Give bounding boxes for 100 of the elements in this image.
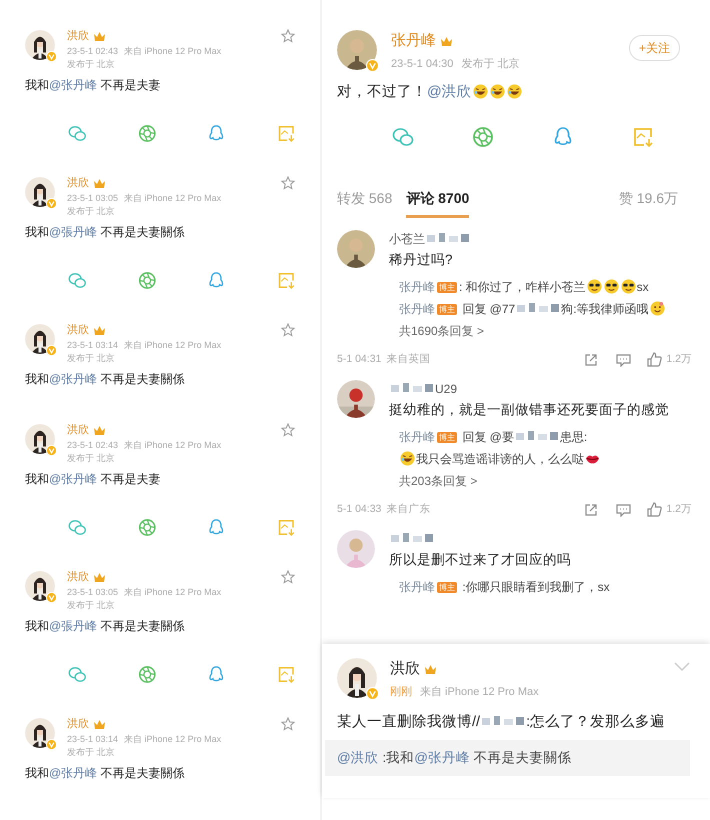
aperture-icon[interactable]: [138, 270, 156, 290]
share-icon[interactable]: [584, 502, 598, 517]
save-image-icon[interactable]: [276, 664, 295, 684]
sunglasses-emoji-icon: [586, 279, 602, 294]
post-time: 23-5-1 03:05: [67, 192, 118, 204]
save-image-icon[interactable]: [276, 270, 295, 290]
save-image-icon[interactable]: [276, 124, 295, 142]
star-icon[interactable]: [281, 176, 295, 190]
more-replies-link[interactable]: 共1690条回复 >: [399, 322, 484, 340]
blurred-text-icon: [516, 430, 558, 442]
quoted-post: @洪欣 :我和@张丹峰 不再是夫妻關係: [325, 740, 690, 776]
post-text: 某人一直删除我微博// :怎么了？发那么多遍: [337, 712, 666, 732]
wechat-icon[interactable]: [68, 664, 86, 684]
author-name[interactable]: 洪欣: [67, 716, 89, 732]
post-location: 发布于 北京: [67, 746, 115, 758]
blogger-badge: 博主: [437, 304, 457, 315]
post-time: 23-5-1 04:30: [391, 56, 454, 72]
star-icon[interactable]: [281, 29, 295, 43]
aperture-icon[interactable]: [138, 664, 156, 684]
post-time: 23-5-1 02:43: [67, 438, 118, 452]
wechat-icon[interactable]: [68, 270, 86, 290]
laughing-emoji-icon: [400, 451, 415, 466]
comment-icon[interactable]: [616, 352, 632, 367]
comment-text: 所以是删不过来了才回应的吗: [389, 550, 571, 569]
wechat-icon[interactable]: [392, 126, 414, 148]
star-icon[interactable]: [281, 570, 295, 584]
post-text: 我和@张丹峰 不再是夫妻關係: [25, 370, 185, 388]
penguin-icon[interactable]: [552, 126, 574, 148]
penguin-icon[interactable]: [207, 518, 226, 536]
verified-badge-icon: [46, 345, 57, 356]
chevron-down-icon[interactable]: [674, 662, 690, 672]
author-name[interactable]: 洪欣: [67, 569, 89, 586]
wechat-icon[interactable]: [68, 518, 86, 536]
comment-time: 5-1 04:33: [337, 502, 382, 517]
post-source: 来自 iPhone 12 Pro Max: [124, 44, 222, 58]
blogger-badge: 博主: [437, 282, 457, 293]
verified-badge-icon: [46, 51, 57, 62]
verified-badge-icon: [366, 687, 379, 700]
post-location: 发布于 北京: [67, 352, 115, 364]
post-source: 来自 iPhone 12 Pro Max: [124, 586, 222, 598]
post-time: 23-5-1 03:14: [67, 338, 118, 352]
crown-icon: [93, 424, 106, 436]
aperture-icon[interactable]: [138, 518, 156, 536]
smiling-emoji-icon: [650, 301, 665, 316]
penguin-icon[interactable]: [207, 664, 226, 684]
penguin-icon[interactable]: [207, 270, 226, 290]
stats-tab[interactable]: 转发 568: [337, 188, 392, 218]
aperture-icon[interactable]: [138, 124, 156, 142]
comment-icon[interactable]: [616, 502, 632, 517]
laughing-emoji-icon: [506, 84, 522, 99]
post-location: 发布于 北京: [67, 598, 115, 612]
save-image-icon[interactable]: [632, 126, 654, 148]
reply-text: 回复 @要 患思:: [461, 430, 588, 444]
commenter-name[interactable]: 小苍兰: [389, 230, 471, 248]
stats-tab[interactable]: 评论 8700: [406, 188, 470, 218]
share-icon[interactable]: [584, 352, 598, 367]
reply-text: 回复 @77 狗:等我律师函哦: [459, 302, 666, 316]
like-icon[interactable]: [647, 352, 662, 368]
reply-author[interactable]: 张丹峰: [399, 580, 435, 594]
post-time: 23-5-1 03:05: [67, 586, 118, 598]
star-icon[interactable]: [281, 717, 295, 731]
reply-text: : 和你过了，咋样小苍兰 sx: [459, 280, 649, 294]
blurred-text-icon: [427, 232, 469, 244]
author-name[interactable]: 洪欣: [67, 422, 89, 438]
laughing-emoji-icon: [472, 84, 488, 99]
blurred-text-icon: [391, 382, 433, 394]
author-name[interactable]: 张丹峰: [391, 30, 436, 52]
author-name[interactable]: 洪欣: [67, 175, 89, 192]
post-location: 发布于 北京: [67, 452, 115, 464]
penguin-icon[interactable]: [207, 124, 226, 142]
blogger-badge: 博主: [437, 582, 457, 593]
reply-author[interactable]: 张丹峰: [399, 302, 435, 316]
commenter-name[interactable]: U29: [389, 380, 458, 398]
post-text: 我和@张丹峰 不再是夫妻: [25, 76, 161, 94]
post-source: 来自 iPhone 12 Pro Max: [124, 732, 222, 746]
star-icon[interactable]: [281, 323, 295, 337]
verified-badge-icon: [46, 445, 57, 456]
reply-author[interactable]: 张丹峰: [399, 430, 435, 444]
crown-icon: [93, 178, 106, 189]
verified-badge-icon: [366, 59, 379, 72]
author-name[interactable]: 洪欣: [67, 28, 89, 44]
aperture-icon[interactable]: [472, 126, 494, 148]
comment-location: 来自英国: [386, 352, 430, 367]
reply-author[interactable]: 张丹峰: [399, 280, 435, 294]
post-source: 来自 iPhone 12 Pro Max: [420, 684, 539, 700]
like-icon[interactable]: [647, 502, 662, 518]
wechat-icon[interactable]: [68, 124, 86, 142]
crown-icon: [93, 572, 106, 583]
author-name[interactable]: 洪欣: [390, 658, 420, 680]
author-name[interactable]: 洪欣: [67, 322, 89, 338]
follow-button[interactable]: +关注: [628, 35, 680, 61]
verified-badge-icon: [46, 592, 57, 603]
star-icon[interactable]: [281, 423, 295, 437]
comment-time: 5-1 04:31: [337, 352, 382, 367]
post-source: 来自 iPhone 12 Pro Max: [124, 338, 222, 352]
post-text: 对，不过了！@洪欣: [337, 82, 523, 104]
more-replies-link[interactable]: 共203条回复 >: [399, 472, 478, 490]
stats-tab[interactable]: 赞 19.6万: [618, 188, 678, 218]
like-count: 1.2万: [666, 352, 692, 367]
save-image-icon[interactable]: [276, 518, 295, 536]
